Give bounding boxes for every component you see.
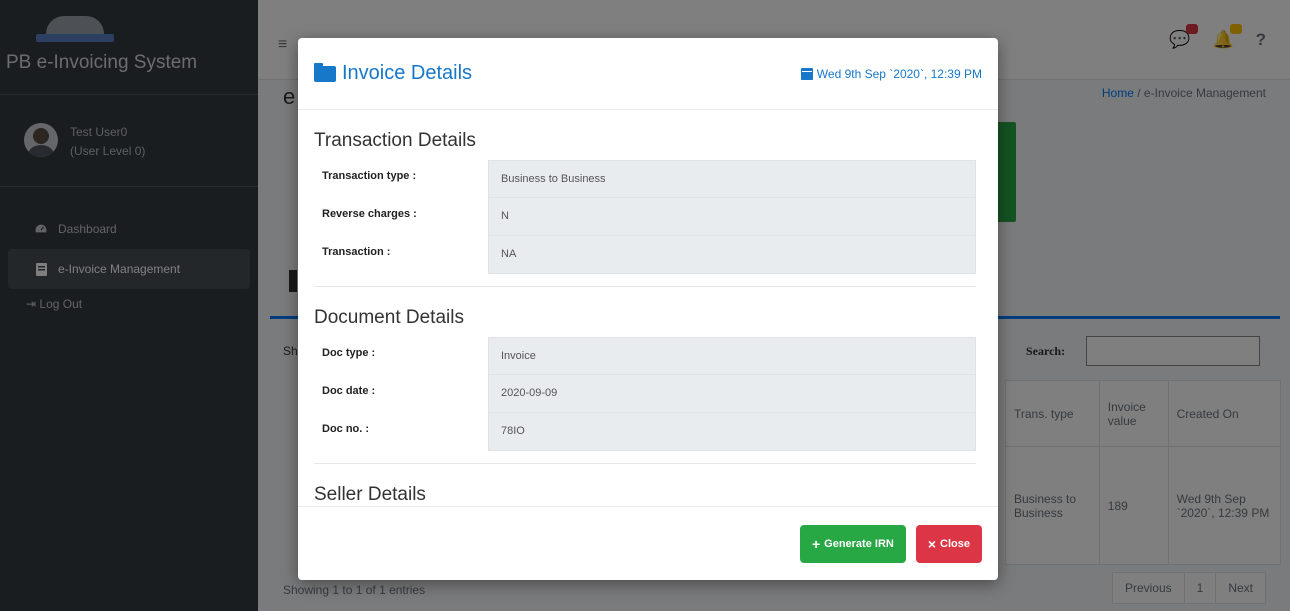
- generate-irn-button[interactable]: + Generate IRN: [799, 524, 906, 563]
- modal-date-wrap: Wed 9th Sep `2020`, 12:39 PM: [800, 66, 982, 81]
- doc-type-field: Invoice: [488, 337, 976, 375]
- folder-icon: [314, 62, 336, 82]
- modal-title-wrap: Invoice Details: [314, 62, 472, 85]
- plus-icon: +: [811, 535, 821, 552]
- reverse-charges-field: N: [488, 198, 976, 236]
- transaction-type-field: Business to Business: [488, 160, 976, 198]
- generate-irn-label: Generate IRN: [824, 537, 894, 550]
- modal-datetime: Wed 9th Sep `2020`, 12:39 PM: [816, 66, 982, 81]
- close-icon: ×: [927, 535, 937, 552]
- modal-body[interactable]: Transaction Details Transaction type : B…: [298, 110, 998, 506]
- field-row: Reverse charges : N: [314, 198, 976, 236]
- document-details-section: Document Details Doc type : Invoice Doc …: [314, 307, 976, 464]
- field-label: Doc type :: [322, 347, 376, 359]
- modal-header: Invoice Details Wed 9th Sep `2020`, 12:3…: [298, 38, 998, 110]
- field-label: Reverse charges :: [322, 208, 417, 220]
- field-row: Doc date : 2020-09-09: [314, 375, 976, 413]
- field-row: Transaction : NA: [314, 236, 976, 274]
- field-row: Doc no. : 78IO: [314, 413, 976, 451]
- doc-date-field: 2020-09-09: [488, 375, 976, 413]
- seller-details-section: Seller Details: [314, 484, 976, 506]
- modal-footer: + Generate IRN × Close: [298, 506, 998, 580]
- transaction-field: NA: [488, 236, 976, 274]
- doc-no-field: 78IO: [488, 413, 976, 451]
- field-row: Transaction type : Business to Business: [314, 160, 976, 198]
- close-label: Close: [940, 537, 970, 550]
- section-title: Document Details: [314, 307, 464, 328]
- close-button[interactable]: × Close: [915, 524, 982, 563]
- transaction-details-section: Transaction Details Transaction type : B…: [314, 130, 976, 287]
- section-title: Transaction Details: [314, 130, 476, 151]
- modal-title: Invoice Details: [342, 62, 473, 84]
- field-label: Transaction type :: [322, 170, 417, 182]
- field-label: Doc date :: [322, 385, 376, 397]
- field-label: Doc no. :: [322, 423, 370, 435]
- field-row: Doc type : Invoice: [314, 337, 976, 375]
- calendar-icon: [800, 67, 813, 80]
- section-title: Seller Details: [314, 484, 426, 505]
- invoice-details-modal: Invoice Details Wed 9th Sep `2020`, 12:3…: [298, 38, 998, 580]
- field-label: Transaction :: [322, 246, 391, 258]
